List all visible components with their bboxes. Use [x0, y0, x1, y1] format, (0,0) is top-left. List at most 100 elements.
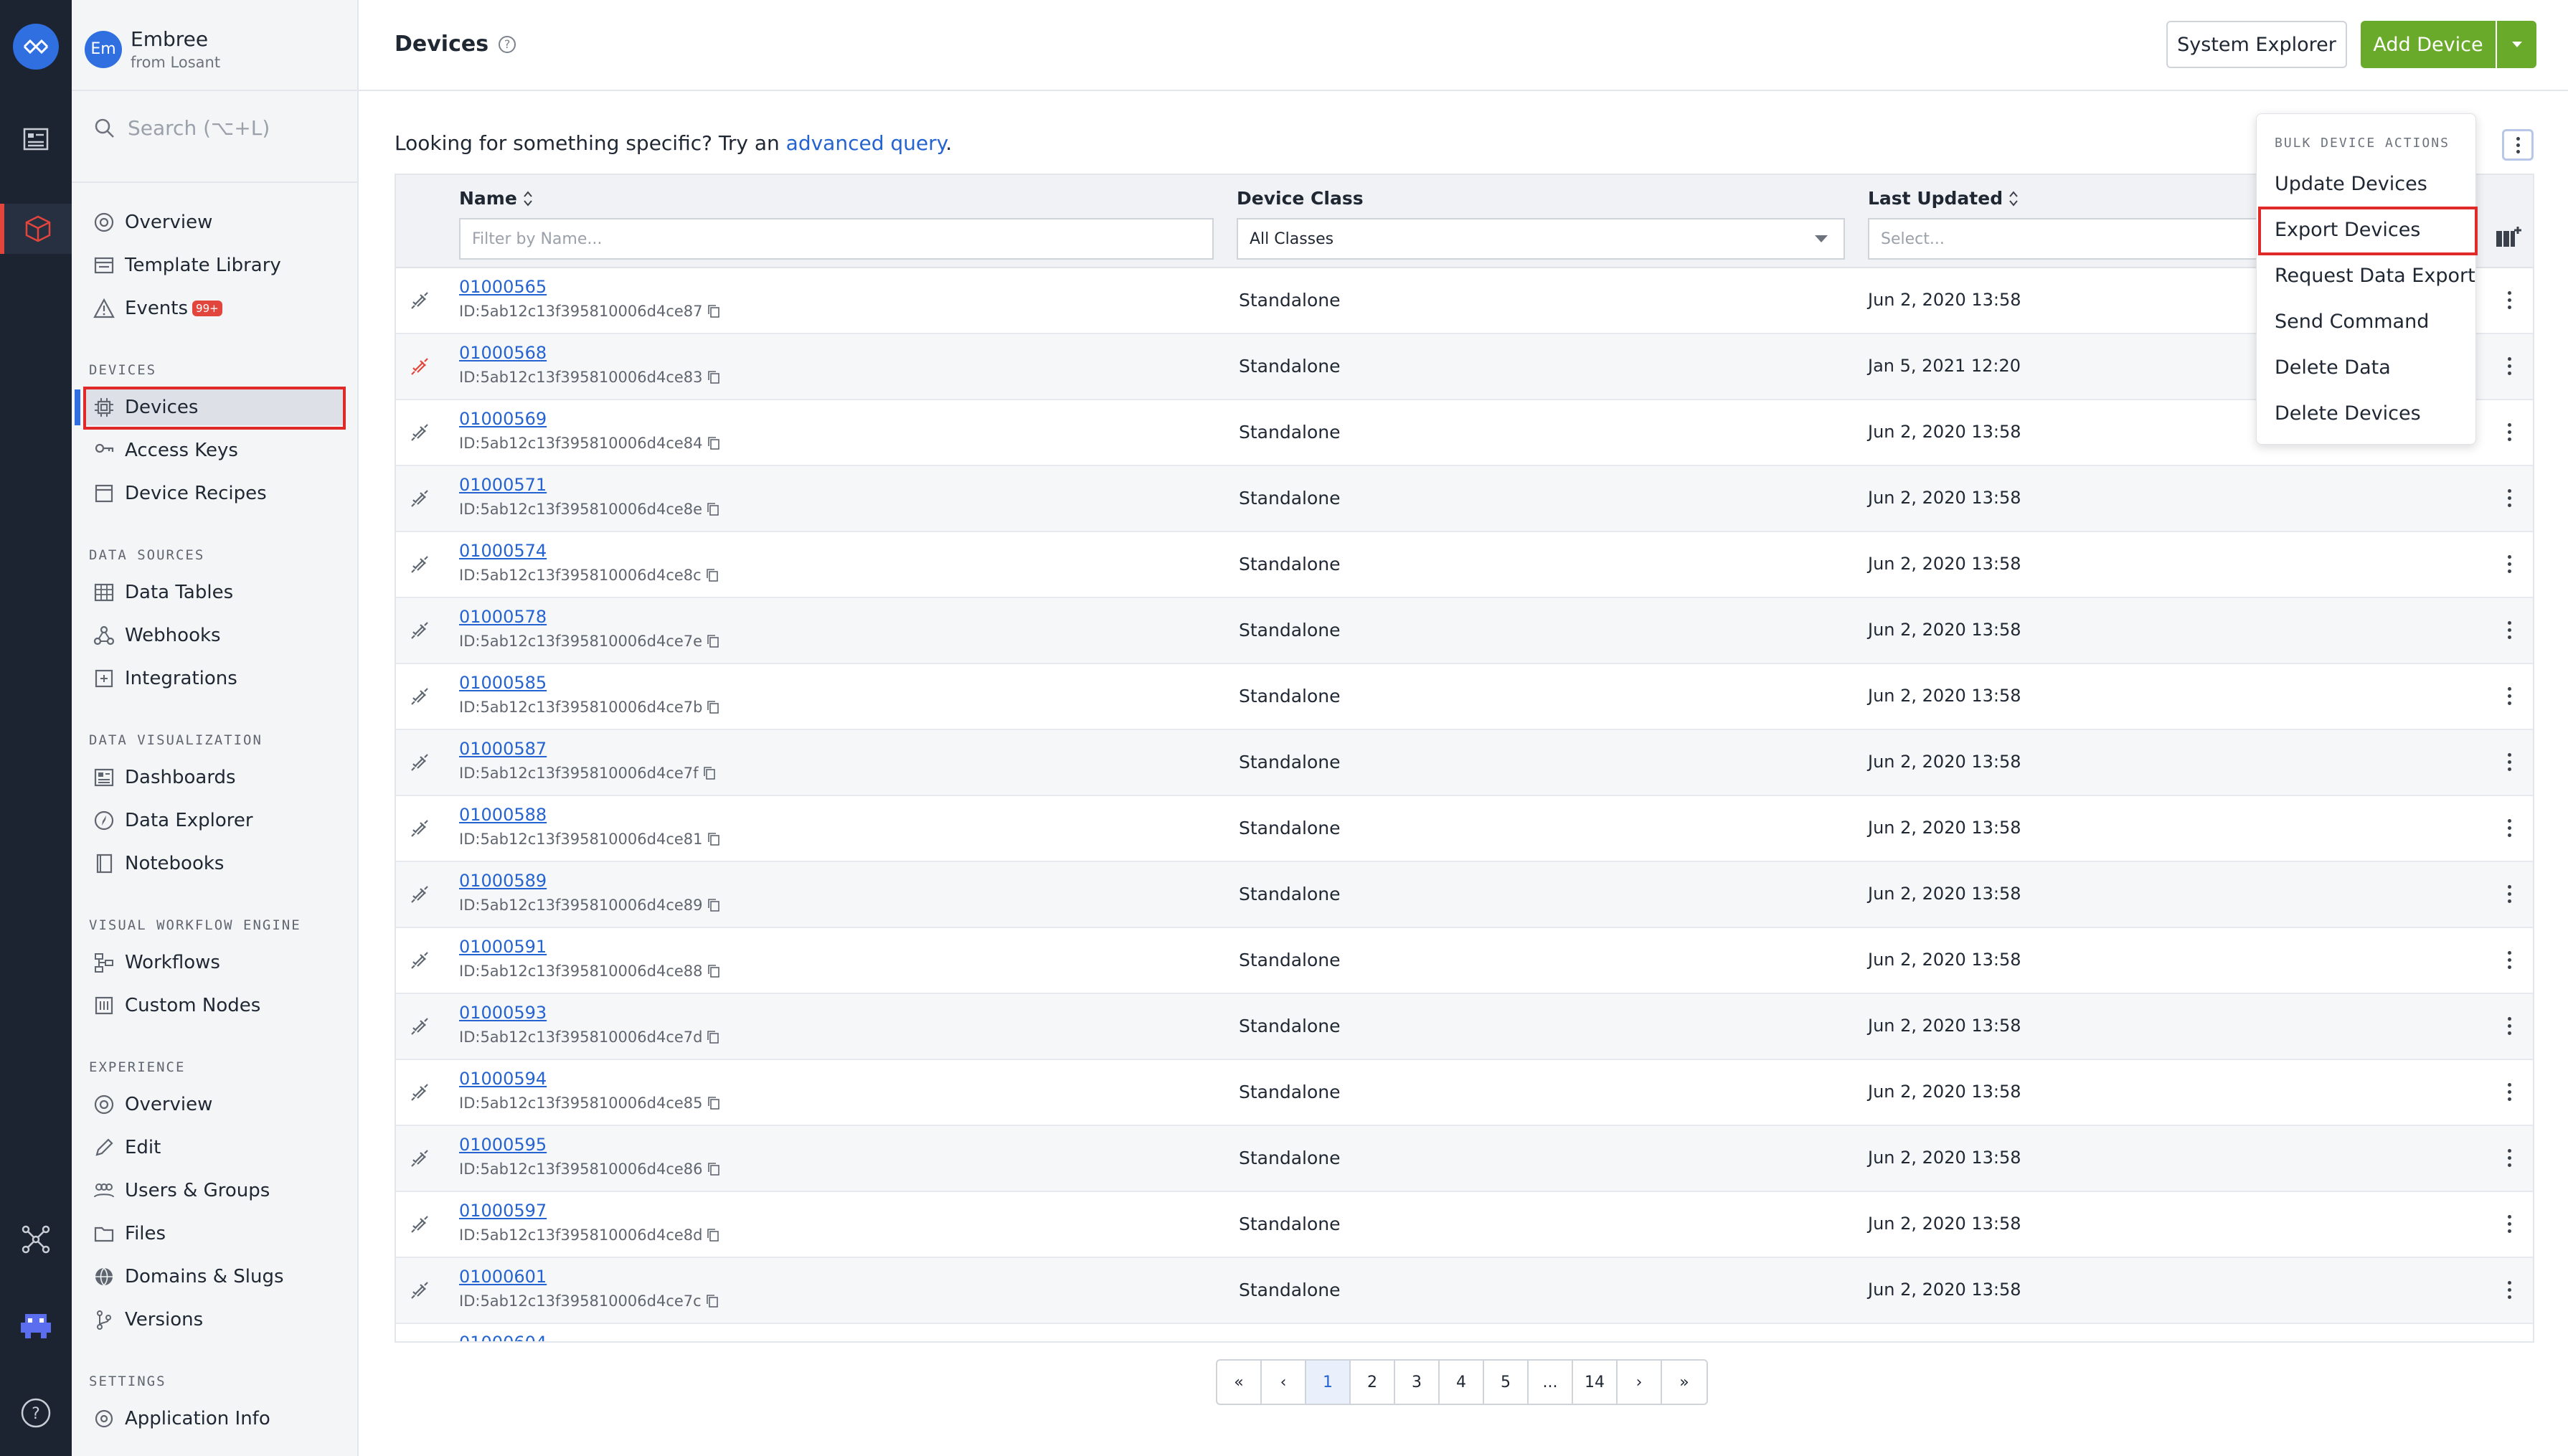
copy-icon[interactable] — [707, 1228, 719, 1242]
copy-icon[interactable] — [707, 370, 720, 384]
device-name-link[interactable]: 01000593 — [459, 1003, 547, 1023]
copy-icon[interactable] — [706, 1294, 719, 1308]
sidebar-item-experience-overview[interactable]: Overview — [92, 1087, 344, 1122]
add-device-button[interactable]: Add Device — [2361, 21, 2496, 68]
device-name-link[interactable]: 01000571 — [459, 475, 547, 495]
menu-item-request-data-export[interactable]: Request Data Export — [2275, 265, 2475, 287]
device-name-link[interactable]: 01000585 — [459, 673, 547, 693]
row-actions-menu-button[interactable] — [2502, 1208, 2516, 1239]
sidebar-item-versions[interactable]: Versions — [92, 1302, 344, 1338]
sidebar-item-files[interactable]: Files — [92, 1216, 344, 1252]
menu-item-update-devices[interactable]: Update Devices — [2275, 173, 2427, 195]
row-actions-menu-button[interactable] — [2502, 1010, 2516, 1041]
copy-icon[interactable] — [707, 304, 720, 318]
table-row[interactable]: 01000585 ID:5ab12c13f395810006d4ce7b Stand… — [396, 664, 2533, 730]
sidebar-item-custom-nodes[interactable]: Custom Nodes — [92, 988, 344, 1024]
copy-icon[interactable] — [707, 898, 720, 912]
device-name-link[interactable]: 01000568 — [459, 343, 547, 363]
sidebar-item-events[interactable]: Events 99+ — [92, 290, 344, 326]
user-avatar-rail-icon[interactable] — [16, 1305, 56, 1346]
org-switcher[interactable]: Em Embree from Losant — [85, 27, 220, 71]
page-button[interactable]: › — [1618, 1361, 1662, 1404]
row-actions-menu-button[interactable] — [2502, 878, 2516, 909]
table-row[interactable]: 01000569 ID:5ab12c13f395810006d4ce84 Stand… — [396, 400, 2533, 466]
table-row[interactable]: 01000565 ID:5ab12c13f395810006d4ce87 Stand… — [396, 268, 2533, 334]
device-name-link[interactable]: 01000578 — [459, 607, 547, 627]
copy-icon[interactable] — [707, 436, 720, 450]
page-button[interactable]: 5 — [1484, 1361, 1529, 1404]
row-actions-menu-button[interactable] — [2502, 614, 2516, 646]
page-button[interactable]: ‹ — [1262, 1361, 1306, 1404]
device-class-select[interactable]: All Classes — [1237, 218, 1845, 260]
dashboards-rail-icon[interactable] — [16, 119, 56, 159]
help-icon[interactable]: ? — [499, 35, 516, 53]
device-name-link[interactable]: 01000569 — [459, 409, 547, 429]
table-row[interactable]: 01000601 ID:5ab12c13f395810006d4ce7c Stand… — [396, 1258, 2533, 1324]
row-actions-menu-button[interactable] — [2502, 680, 2516, 712]
page-button[interactable]: 1 — [1306, 1361, 1351, 1404]
row-actions-menu-button[interactable] — [2502, 812, 2516, 843]
advanced-query-link[interactable]: advanced query — [786, 131, 946, 155]
menu-item-delete-data[interactable]: Delete Data — [2275, 356, 2391, 379]
table-row[interactable]: 01000591 ID:5ab12c13f395810006d4ce88 Stand… — [396, 928, 2533, 994]
device-name-link[interactable]: 01000594 — [459, 1069, 547, 1089]
add-device-dropdown-button[interactable] — [2497, 21, 2536, 68]
sidebar-item-device-recipes[interactable]: Device Recipes — [92, 476, 344, 511]
sidebar-item-overview[interactable]: Overview — [92, 204, 344, 240]
copy-icon[interactable] — [707, 1030, 719, 1044]
table-row[interactable]: 01000587 ID:5ab12c13f395810006d4ce7f Stand… — [396, 730, 2533, 796]
device-name-link[interactable]: 01000604 — [459, 1333, 547, 1341]
menu-item-delete-devices[interactable]: Delete Devices — [2275, 402, 2421, 425]
bulk-actions-button[interactable] — [2502, 129, 2534, 161]
row-actions-menu-button[interactable] — [2502, 746, 2516, 777]
row-actions-menu-button[interactable] — [2502, 1142, 2516, 1173]
row-actions-menu-button[interactable] — [2502, 548, 2516, 580]
losant-logo-icon[interactable] — [13, 24, 59, 70]
sidebar-item-dashboards[interactable]: Dashboards — [92, 760, 344, 795]
table-row[interactable]: 01000595 ID:5ab12c13f395810006d4ce86 Stand… — [396, 1126, 2533, 1192]
table-row[interactable]: 01000568 ID:5ab12c13f395810006d4ce83 Stand… — [396, 334, 2533, 400]
column-chooser-icon[interactable] — [2495, 224, 2524, 250]
page-button[interactable]: 3 — [1395, 1361, 1440, 1404]
sidebar-item-data-explorer[interactable]: Data Explorer — [92, 803, 344, 838]
row-actions-menu-button[interactable] — [2502, 944, 2516, 975]
help-rail-icon[interactable]: ? — [16, 1393, 56, 1433]
row-actions-menu-button[interactable] — [2502, 416, 2516, 448]
copy-icon[interactable] — [703, 766, 716, 780]
row-actions-menu-button[interactable] — [2502, 350, 2516, 382]
page-button[interactable]: 14 — [1573, 1361, 1618, 1404]
sidebar-item-application-info[interactable]: Application Info — [92, 1401, 344, 1437]
device-name-link[interactable]: 01000591 — [459, 937, 547, 957]
copy-icon[interactable] — [707, 832, 720, 846]
device-name-link[interactable]: 01000588 — [459, 805, 547, 825]
device-name-link[interactable]: 01000587 — [459, 739, 547, 759]
device-name-link[interactable]: 01000601 — [459, 1267, 547, 1287]
table-row[interactable]: 01000589 ID:5ab12c13f395810006d4ce89 Stand… — [396, 862, 2533, 928]
table-row[interactable]: 01000574 ID:5ab12c13f395810006d4ce8c Stand… — [396, 532, 2533, 598]
table-row[interactable]: 01000588 ID:5ab12c13f395810006d4ce81 Stand… — [396, 796, 2533, 862]
sidebar-item-data-tables[interactable]: Data Tables — [92, 575, 344, 610]
sidebar-item-workflows[interactable]: Workflows — [92, 945, 344, 980]
sidebar-item-notebooks[interactable]: Notebooks — [92, 846, 344, 881]
menu-item-send-command[interactable]: Send Command — [2275, 311, 2429, 333]
device-name-link[interactable]: 01000565 — [459, 277, 547, 297]
column-header-last-updated[interactable]: Last Updated — [1868, 188, 2020, 209]
device-name-link[interactable]: 01000589 — [459, 871, 547, 891]
sidebar-item-integrations[interactable]: Integrations — [92, 661, 344, 696]
table-row[interactable]: 01000597 ID:5ab12c13f395810006d4ce8d Stand… — [396, 1192, 2533, 1258]
row-actions-menu-button[interactable] — [2502, 1076, 2516, 1107]
page-button[interactable]: 2 — [1351, 1361, 1395, 1404]
copy-icon[interactable] — [707, 700, 719, 714]
copy-icon[interactable] — [707, 634, 719, 648]
sidebar-item-experience-edit[interactable]: Edit — [92, 1130, 344, 1166]
last-updated-select[interactable]: Select... — [1868, 218, 2270, 260]
row-actions-menu-button[interactable] — [2502, 1274, 2516, 1305]
copy-icon[interactable] — [707, 964, 720, 978]
table-row[interactable]: 01000578 ID:5ab12c13f395810006d4ce7e Stand… — [396, 598, 2533, 664]
row-actions-menu-button[interactable] — [2502, 284, 2516, 316]
sidebar-item-template-library[interactable]: Template Library — [92, 247, 344, 283]
copy-icon[interactable] — [706, 568, 719, 582]
sidebar-search[interactable]: Search (⌥+L) — [93, 116, 270, 140]
page-button[interactable]: » — [1662, 1361, 1707, 1404]
sidebar-item-domains-slugs[interactable]: Domains & Slugs — [92, 1259, 344, 1295]
